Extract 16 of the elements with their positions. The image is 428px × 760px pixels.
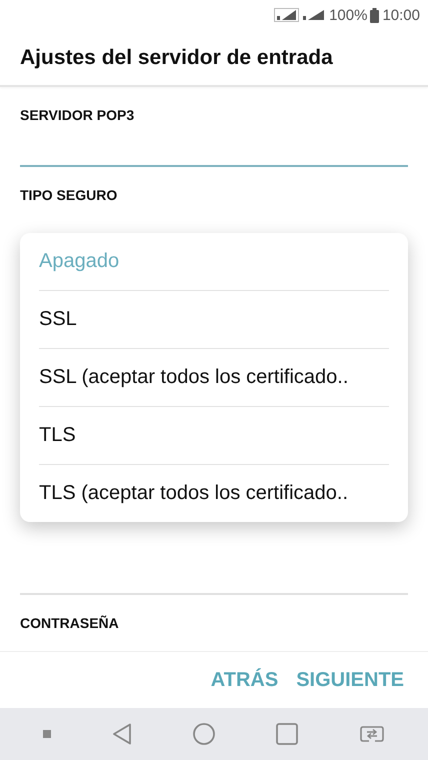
menu-option[interactable]: SSL (aceptar todos los certificado.. [39, 349, 389, 407]
swap-icon[interactable] [359, 724, 386, 744]
menu-option[interactable]: TLS [39, 407, 389, 465]
battery-icon [370, 8, 380, 22]
clock: 10:00 [382, 6, 420, 24]
battery-percentage: 100% [329, 6, 368, 24]
back-icon[interactable] [112, 723, 132, 745]
signal-icon [274, 8, 326, 22]
recents-icon[interactable] [276, 723, 298, 745]
menu-option[interactable]: SSL [39, 291, 389, 349]
field-label: SERVIDOR POP3 [20, 107, 136, 123]
field-label: TIPO SEGURO [20, 187, 118, 203]
home-icon[interactable] [192, 723, 215, 745]
screen-title: Ajustes del servidor de entrada [20, 46, 333, 70]
menu-option[interactable]: TLS (aceptar todos los certificado.. [39, 465, 389, 522]
field-label: CONTRASEÑA [20, 615, 120, 631]
